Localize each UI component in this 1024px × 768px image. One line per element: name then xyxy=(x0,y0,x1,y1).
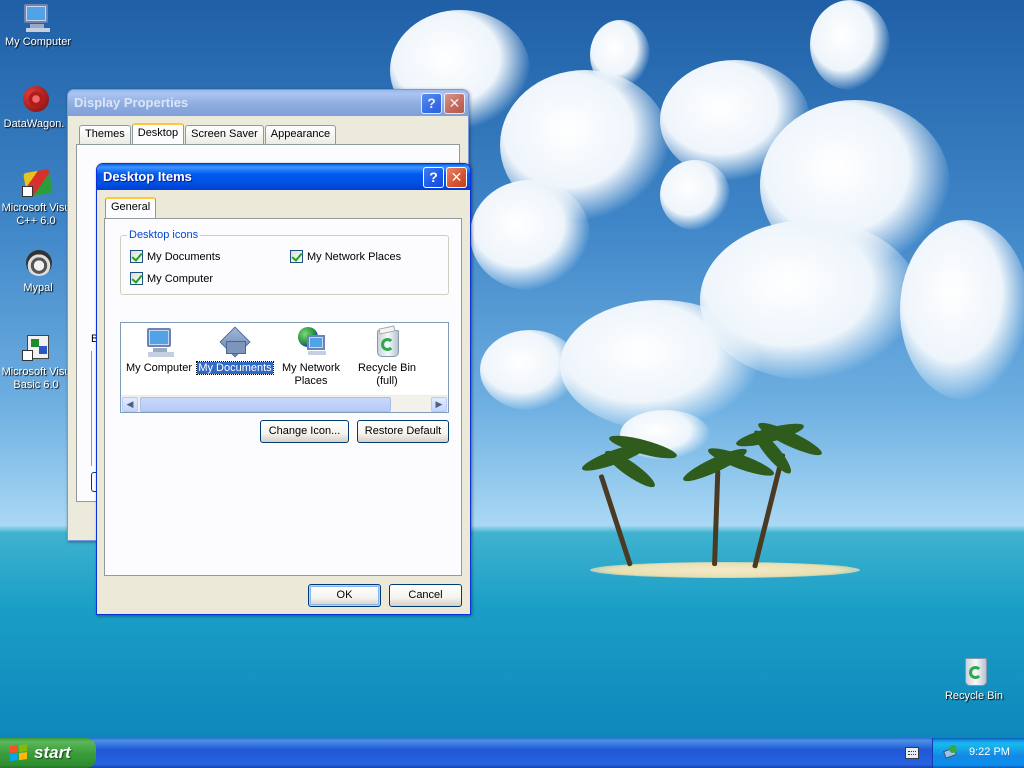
window-title: Display Properties xyxy=(74,95,189,110)
dialog-title: Desktop Items xyxy=(103,169,192,184)
checkbox-label: My Network Places xyxy=(307,250,402,263)
list-item-label: My Network Places xyxy=(281,362,341,387)
keyboard-icon[interactable] xyxy=(905,747,919,759)
help-button[interactable]: ? xyxy=(421,93,442,114)
checkbox-checked[interactable] xyxy=(130,250,143,263)
tab-general[interactable]: General xyxy=(105,197,157,218)
my-computer-icon xyxy=(21,2,55,34)
checkbox-my-network-places[interactable]: My Network Places xyxy=(290,250,401,263)
scroll-thumb[interactable] xyxy=(140,397,391,412)
scroll-right-arrow-icon[interactable]: ▶ xyxy=(431,397,447,412)
restore-default-button[interactable]: Restore Default xyxy=(357,420,449,443)
list-item-recycle-bin-full[interactable]: Recycle Bin (full) xyxy=(349,325,425,388)
clock[interactable]: 9:22 PM xyxy=(969,746,1010,758)
desktop-icons-group: Desktop icons My Documents My Network Pl… xyxy=(120,229,449,295)
list-item-my-network-places[interactable]: My Network Places xyxy=(273,327,349,388)
desktop-icon-label: DataWagon. xyxy=(3,118,65,130)
group-label: Desktop icons xyxy=(127,229,201,241)
horizontal-scrollbar[interactable]: ◀ ▶ xyxy=(121,395,448,412)
close-button[interactable]: ✕ xyxy=(446,167,467,188)
start-button[interactable]: start xyxy=(0,738,96,768)
cancel-button[interactable]: Cancel xyxy=(389,584,462,607)
tab-themes[interactable]: Themes xyxy=(79,125,131,144)
scroll-left-arrow-icon[interactable]: ◀ xyxy=(122,397,138,412)
taskbar: start 9:22 PM xyxy=(0,738,1024,768)
list-item-label: My Documents xyxy=(196,361,274,375)
tab-screen-saver[interactable]: Screen Saver xyxy=(185,125,264,144)
desktop-icon-label: Recycle Bin xyxy=(944,690,1004,702)
visual-cpp-icon xyxy=(19,168,53,200)
list-item-recycle-bin-empty[interactable]: Re xyxy=(425,327,448,375)
checkbox-checked[interactable] xyxy=(130,272,143,285)
checkbox-label: My Documents xyxy=(147,250,221,263)
change-icon-button[interactable]: Change Icon... xyxy=(260,420,349,443)
tab-appearance[interactable]: Appearance xyxy=(264,125,337,144)
my-documents-icon xyxy=(218,326,252,359)
list-item-my-computer[interactable]: My Computer xyxy=(121,327,197,375)
checkbox-my-computer[interactable]: My Computer xyxy=(130,272,213,285)
recycle-bin-icon xyxy=(957,656,991,688)
start-label: start xyxy=(34,743,71,762)
checkbox-label: My Computer xyxy=(147,272,214,285)
tab-desktop[interactable]: Desktop xyxy=(131,123,185,144)
recycle-bin-full-icon xyxy=(370,325,404,359)
desktop-icon-my-computer[interactable]: My Computer xyxy=(0,2,76,49)
list-item-label: Recycle Bin (full) xyxy=(357,362,417,387)
list-item-my-documents[interactable]: My Documents xyxy=(196,326,274,375)
close-button[interactable]: ✕ xyxy=(444,93,465,114)
desktop-icon-recycle-bin[interactable]: Recycle Bin xyxy=(936,656,1012,703)
desktop-icon-datawagon[interactable]: DataWagon. xyxy=(0,84,72,131)
visual-basic-icon xyxy=(19,332,53,364)
datawagon-icon xyxy=(17,84,51,116)
mypal-icon xyxy=(21,248,55,280)
general-tab-panel: Desktop icons My Documents My Network Pl… xyxy=(104,218,462,576)
desktop-icon-label: My Computer xyxy=(4,36,72,48)
ok-button[interactable]: OK xyxy=(308,584,381,607)
desktop-icon-list[interactable]: My Computer My Documents My Network Plac… xyxy=(120,322,449,413)
system-tray: 9:22 PM xyxy=(932,738,1024,768)
list-item-label: My Computer xyxy=(125,362,193,374)
recycle-bin-empty-icon xyxy=(446,327,448,359)
checkbox-checked[interactable] xyxy=(290,250,303,263)
network-places-icon xyxy=(294,327,328,359)
safely-remove-hardware-icon[interactable] xyxy=(942,745,958,761)
title-bar[interactable]: Desktop Items ? ✕ xyxy=(97,164,470,190)
desktop-icon-visual-basic[interactable]: Microsoft Visu Basic 6.0 xyxy=(0,332,74,392)
desktop-items-dialog: Desktop Items ? ✕ General Desktop icons … xyxy=(96,163,471,615)
desktop-icon-label: Microsoft Visu C++ 6.0 xyxy=(1,202,71,227)
desktop-icon-label: Microsoft Visu Basic 6.0 xyxy=(1,366,71,391)
desktop-icon-label: Mypal xyxy=(23,282,53,294)
desktop-icon-mypal[interactable]: Mypal xyxy=(0,248,76,295)
title-bar[interactable]: Display Properties ? ✕ xyxy=(68,90,468,116)
help-button[interactable]: ? xyxy=(423,167,444,188)
my-computer-icon xyxy=(142,327,176,359)
desktop-icon-visual-cpp[interactable]: Microsoft Visu C++ 6.0 xyxy=(0,168,74,228)
checkbox-my-documents[interactable]: My Documents xyxy=(130,250,220,263)
windows-flag-icon xyxy=(10,744,28,762)
